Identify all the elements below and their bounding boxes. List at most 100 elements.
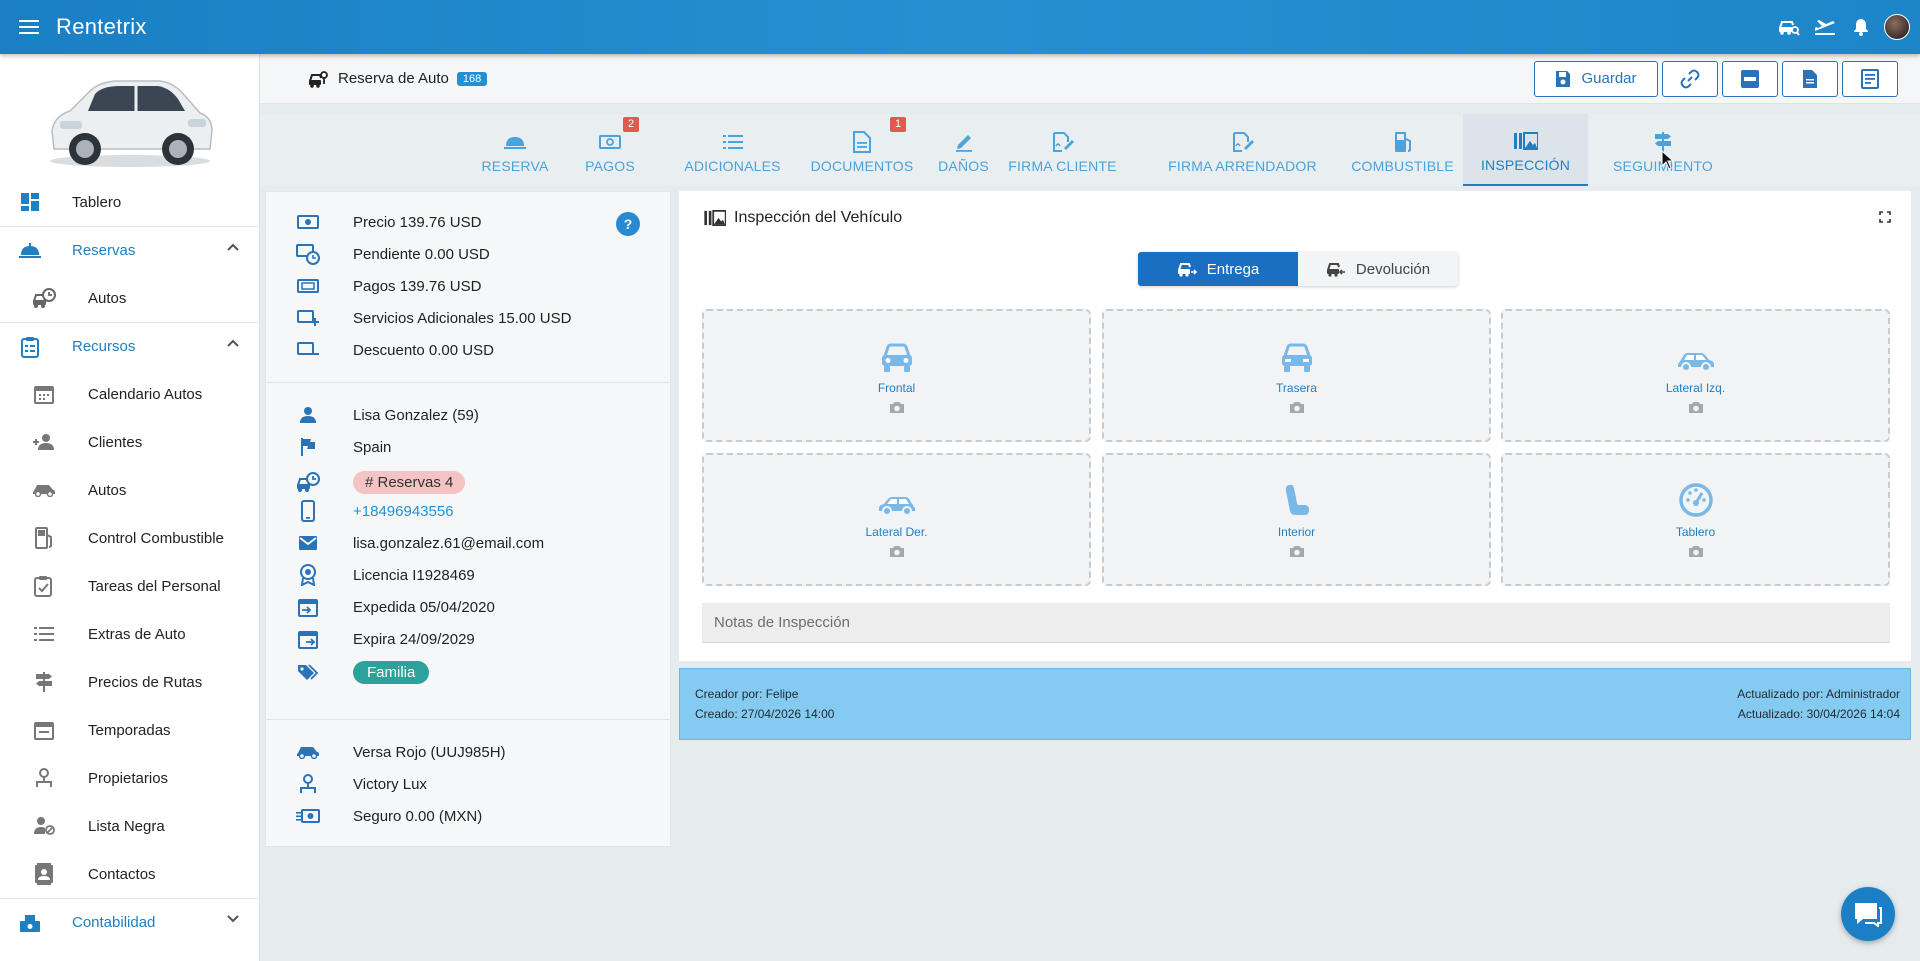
document-button[interactable] [1782,60,1838,97]
discount-row: Descuento 0.00 USD [296,338,494,362]
money-minus-icon [296,338,320,362]
sidebar-group-reservas[interactable]: Reservas [0,226,259,274]
speedometer-icon [1678,483,1713,517]
top-bar: Rentetrix [0,0,1920,54]
pencil-icon [954,130,974,154]
car-clock-icon [32,286,56,310]
fullscreen-icon[interactable] [1879,211,1891,223]
chevron-up-icon [227,243,239,251]
car-search-icon[interactable] [1776,14,1802,40]
sidebar-item-extras-de-auto[interactable]: Extras de Auto [0,610,259,658]
sidebar-item-label: Extras de Auto [88,625,186,643]
inspection-slot-interior[interactable]: Interior [1102,453,1491,586]
plane-icon[interactable] [1812,14,1838,40]
sidebar-item-autos[interactable]: Autos [0,466,259,514]
avatar[interactable] [1884,14,1910,40]
pdf-button[interactable] [1722,60,1778,97]
tab-reserva[interactable]: RESERVA [470,114,560,186]
list-icon [722,130,743,154]
sidebar-item-label: Tareas del Personal [88,577,221,595]
inspection-slot-trasera[interactable]: Trasera [1102,309,1491,442]
slot-label: Interior [1277,525,1316,539]
copy-link-button[interactable] [1662,60,1718,97]
inspection-notes-input[interactable] [702,603,1890,643]
tag-row: Familia [296,657,430,687]
chevron-down-icon [227,915,239,923]
tab-danos[interactable]: DAÑOS [916,114,1011,186]
sidebar-item-autos-reservas[interactable]: Autos [0,274,259,322]
fuel-icon [1394,130,1412,154]
car-key-icon [308,70,328,88]
phone-link[interactable]: +18496943556 [353,503,454,520]
money-clock-icon [296,242,320,266]
camera-icon [1688,401,1704,414]
sidebar-item-temporadas[interactable]: Temporadas [0,706,259,754]
sidebar-item-contactos[interactable]: Contactos [0,850,259,898]
chat-button[interactable] [1841,887,1895,941]
pdf-icon [1740,69,1760,89]
tab-firma-arrendador[interactable]: FIRMA ARRENDADOR [1145,114,1340,186]
camera-icon [889,545,905,558]
save-button-label: Guardar [1581,70,1637,87]
task-icon [32,574,56,598]
receipt-button[interactable] [1842,60,1898,97]
sidebar-item-label: Autos [88,481,127,499]
sidebar-item-precios-de-rutas[interactable]: Precios de Rutas [0,658,259,706]
inspection-slot-lateral-der[interactable]: Lateral Der. [702,453,1091,586]
customer-name: Lisa Gonzalez (59) [353,406,479,424]
money-icon [296,210,320,234]
car-side-icon [878,483,916,517]
sidebar-item-tareas-del-personal[interactable]: Tareas del Personal [0,562,259,610]
slot-label: Tablero [1675,525,1716,539]
tab-label: COMBUSTIBLE [1351,158,1454,174]
contacts-icon [32,862,56,886]
customer-email: lisa.gonzalez.61@email.com [353,534,545,552]
inspection-header: Inspección del Vehículo [704,209,902,227]
hamburger-menu-icon[interactable] [14,12,44,42]
tab-inspeccion[interactable]: INSPECCIÓN [1463,114,1588,186]
tab-pagos[interactable]: 2 PAGOS [565,114,655,186]
delivery-toggle-button[interactable]: Entrega [1138,252,1298,286]
extras-text: Servicios Adicionales 15.00 USD [353,309,572,327]
delivery-label: Entrega [1206,260,1260,278]
insurance-row: Seguro 0.00 (MXN) [296,804,482,828]
sidebar-item-label: Propietarios [88,769,169,787]
updated-by: Actualizado por: Administrador [1737,687,1900,701]
email-icon [296,531,320,555]
sidebar-item-tablero[interactable]: Tablero [0,178,259,226]
sidebar-item-clientes[interactable]: Clientes [0,418,259,466]
sidebar-item-propietarios[interactable]: Propietarios [0,754,259,802]
sidebar-item-control-combustible[interactable]: Control Combustible [0,514,259,562]
reservations-count-pill[interactable]: # Reservas 4 [353,470,466,494]
return-toggle-button[interactable]: Devolución [1298,252,1458,286]
sidebar-group-contabilidad[interactable]: Contabilidad [0,898,259,946]
sidebar-group-recursos[interactable]: Recursos [0,322,259,370]
app-brand[interactable]: Rentetrix [56,14,147,40]
tab-firma-cliente[interactable]: FIRMA CLIENTE [1000,114,1125,186]
inspection-slot-frontal[interactable]: Frontal [702,309,1091,442]
return-label: Devolución [1355,260,1431,278]
reservation-bell-icon [504,130,526,154]
discount-text: Descuento 0.00 USD [353,341,494,359]
signpost-icon [32,670,56,694]
created-by: Creador por: Felipe [695,687,799,701]
list-icon [32,622,56,646]
tab-combustible[interactable]: COMBUSTIBLE [1335,114,1470,186]
inspection-slot-tablero[interactable]: Tablero [1501,453,1890,586]
car-image [0,54,259,178]
car-clock-icon [296,470,320,494]
tab-label: FIRMA CLIENTE [1008,158,1117,174]
help-button[interactable]: ? [616,212,640,236]
calendar-grid-icon [32,718,56,742]
sidebar-item-label: Clientes [88,433,143,451]
tab-label: DOCUMENTOS [810,158,914,174]
money-icon [599,130,621,154]
sidebar-item-calendario-autos[interactable]: Calendario Autos [0,370,259,418]
bell-icon[interactable] [1848,14,1874,40]
inspection-slot-lateral-izq[interactable]: Lateral Izq. [1501,309,1890,442]
vehicle-model: Versa Rojo (UUJ985H) [353,743,506,761]
save-button[interactable]: Guardar [1534,60,1658,97]
customer-tag-pill[interactable]: Familia [353,660,430,684]
sidebar-item-lista-negra[interactable]: Lista Negra [0,802,259,850]
document-icon [853,130,871,154]
